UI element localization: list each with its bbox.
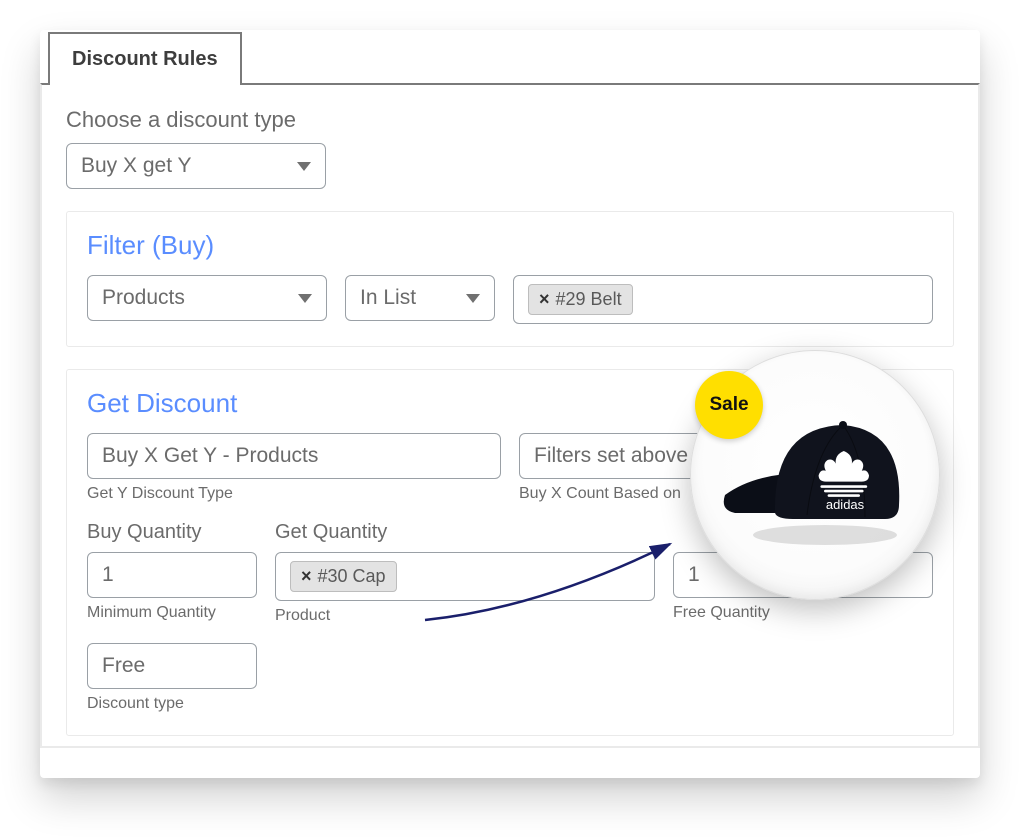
discount-type-value: Buy X get Y	[81, 154, 192, 178]
discount-type-field[interactable]: Free	[87, 643, 257, 689]
get-y-type-help: Get Y Discount Type	[87, 485, 501, 503]
buy-qty-value: 1	[102, 563, 114, 587]
tab-discount-rules[interactable]: Discount Rules	[48, 32, 242, 85]
chevron-down-icon	[466, 294, 480, 303]
get-y-type-select[interactable]: Buy X Get Y - Products	[87, 433, 501, 479]
filter-title: Filter (Buy)	[87, 230, 933, 261]
filter-chip[interactable]: × #29 Belt	[528, 284, 633, 315]
sale-badge-label: Sale	[709, 394, 748, 416]
get-y-type-value: Buy X Get Y - Products	[102, 444, 318, 468]
filter-group: Filter (Buy) Products In List × #29 Belt	[66, 211, 954, 347]
discount-type-label: Choose a discount type	[66, 107, 954, 133]
get-qty-help: Product	[275, 607, 655, 625]
filter-field-value: Products	[102, 286, 185, 310]
buy-qty-label: Buy Quantity	[87, 521, 257, 544]
discount-type-field-value: Free	[102, 654, 145, 678]
sale-badge: Sale	[695, 371, 763, 439]
filter-chip-label: #29 Belt	[556, 289, 622, 310]
filter-products-input[interactable]: × #29 Belt	[513, 275, 933, 324]
based-on-value: Filters set above	[534, 444, 688, 468]
buy-qty-input[interactable]: 1	[87, 552, 257, 598]
filter-op-value: In List	[360, 286, 416, 310]
get-qty-chip[interactable]: × #30 Cap	[290, 561, 397, 592]
chevron-down-icon	[298, 294, 312, 303]
buy-qty-help: Minimum Quantity	[87, 604, 257, 622]
free-qty-help: Free Quantity	[673, 604, 933, 622]
filter-op-select[interactable]: In List	[345, 275, 495, 321]
chevron-down-icon	[297, 162, 311, 171]
discount-type-field-help: Discount type	[87, 695, 257, 713]
discount-type-select[interactable]: Buy X get Y	[66, 143, 326, 189]
tab-label: Discount Rules	[72, 48, 218, 70]
get-qty-input[interactable]: × #30 Cap	[275, 552, 655, 601]
product-preview: Sale adidas	[690, 350, 940, 600]
get-qty-label: Get Quantity	[275, 521, 655, 544]
filter-field-select[interactable]: Products	[87, 275, 327, 321]
brand-text: adidas	[826, 497, 865, 512]
close-icon[interactable]: ×	[539, 289, 550, 310]
close-icon[interactable]: ×	[301, 566, 312, 587]
free-qty-value: 1	[688, 563, 700, 587]
get-qty-chip-label: #30 Cap	[318, 566, 386, 587]
